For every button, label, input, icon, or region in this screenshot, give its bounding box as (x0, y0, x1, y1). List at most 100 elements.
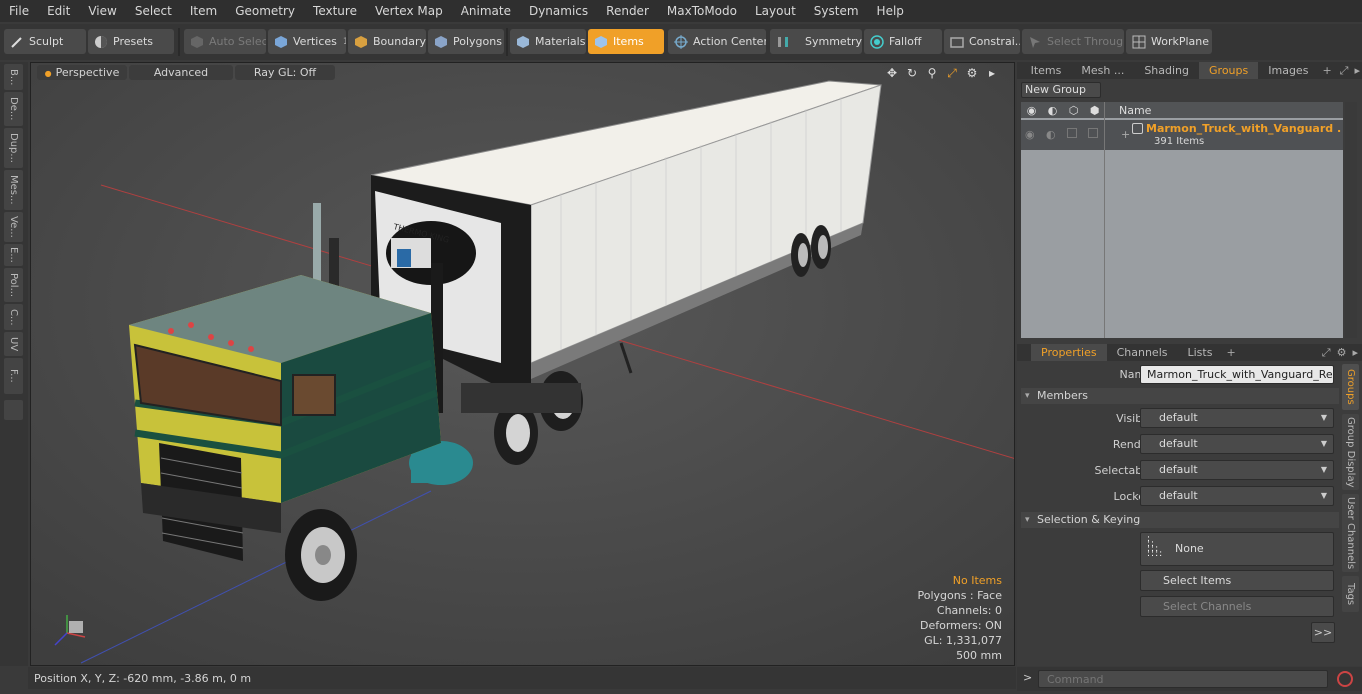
left-tab-basic[interactable]: B... (4, 64, 23, 90)
menu-render[interactable]: Render (597, 0, 658, 22)
record-macro-icon[interactable] (1337, 671, 1353, 687)
row-lock-checkbox[interactable] (1088, 128, 1098, 138)
viewport-settings-gear-icon[interactable]: ⚙ (964, 65, 980, 81)
viewport-nav-icons: ✥ ↻ ⚲ ⤢ ⚙ ▸ (884, 65, 1000, 81)
menu-system[interactable]: System (805, 0, 868, 22)
vtab-tags[interactable]: Tags (1342, 576, 1359, 612)
gl-info: GL: 1,331,077 (924, 634, 1002, 647)
orbit-icon[interactable]: ↻ (904, 65, 920, 81)
expand-panel-icon[interactable]: ⤢ (1318, 346, 1335, 360)
viewport-info-overlay: No Items Polygons : Face Channels: 0 Def… (917, 573, 1002, 663)
shading-mode-dropdown[interactable]: Advanced (129, 65, 233, 80)
none-keying-button[interactable]: :::::::::: None (1140, 532, 1334, 566)
boundary-button[interactable]: Boundary (348, 29, 426, 54)
menu-texture[interactable]: Texture (304, 0, 366, 22)
auto-select-button[interactable]: Auto Select (184, 29, 266, 54)
row-visibility-eye-icon[interactable]: ◉ (1025, 128, 1035, 141)
viewport-menu-arrow-icon[interactable]: ▸ (984, 65, 1000, 81)
tab-shading[interactable]: Shading (1134, 62, 1199, 79)
group-name: Marmon_Truck_with_Vanguard ... (1146, 122, 1341, 135)
zoom-icon[interactable]: ⚲ (924, 65, 940, 81)
render-dropdown[interactable]: default ▼ (1140, 434, 1334, 454)
toolbar-separator (178, 28, 180, 56)
select-channels-button[interactable]: Select Channels (1140, 596, 1334, 617)
row-selectable-checkbox[interactable] (1067, 128, 1077, 138)
view-mode-dropdown[interactable]: ● Perspective (37, 65, 127, 80)
right-panel: Items Mesh ... Shading Groups Images + ⤢… (1017, 62, 1362, 666)
name-field[interactable]: Marmon_Truck_with_Vanguard_Reefe (1140, 365, 1334, 384)
raygl-toggle[interactable]: Ray GL: Off (235, 65, 335, 80)
properties-panel-tabs: Properties Channels Lists + ⤢ ⚙ ▸ (1017, 344, 1362, 361)
vtab-group-display[interactable]: Group Display (1342, 414, 1359, 490)
polygons-button[interactable]: Polygons (428, 29, 504, 54)
items-button[interactable]: Items (588, 29, 664, 54)
groups-list-header: ◉ ◐ ⬡ ⬢ Name (1021, 102, 1343, 118)
left-tab-mesh[interactable]: Mes... (4, 170, 23, 210)
vtab-user-channels[interactable]: User Channels (1342, 494, 1359, 572)
3d-viewport[interactable]: THERMO KING ● Perspective Advanced Ray G… (30, 62, 1015, 666)
vertices-button[interactable]: Vertices 1 (268, 29, 346, 54)
menu-edit[interactable]: Edit (38, 0, 79, 22)
left-tab-uv[interactable]: UV (4, 332, 23, 356)
left-tab-polygon[interactable]: Pol... (4, 268, 23, 302)
menu-geometry[interactable]: Geometry (226, 0, 304, 22)
menu-select[interactable]: Select (126, 0, 181, 22)
left-tab-deform[interactable]: De... (4, 92, 23, 126)
tab-images[interactable]: Images (1258, 62, 1318, 79)
left-tab-curve[interactable]: C... (4, 304, 23, 330)
vtab-groups[interactable]: Groups (1342, 364, 1359, 410)
selection-keying-section-header[interactable]: Selection & Keying (1021, 512, 1339, 528)
expand-plus-icon[interactable]: + (1121, 128, 1130, 141)
tab-lists[interactable]: Lists (1178, 344, 1223, 361)
tab-items[interactable]: Items (1021, 62, 1072, 79)
action-center-button[interactable]: Action Center (668, 29, 766, 54)
chevron-down-icon: ▼ (1320, 413, 1327, 422)
menu-dynamics[interactable]: Dynamics (520, 0, 597, 22)
locked-dropdown[interactable]: default ▼ (1140, 486, 1334, 506)
menu-vertex-map[interactable]: Vertex Map (366, 0, 452, 22)
sculpt-button[interactable]: Sculpt (4, 29, 86, 54)
toolbar: Sculpt Presets Auto Select Vertices 1 Bo… (0, 24, 1362, 60)
command-bar: > (1017, 667, 1362, 691)
menu-bar: File Edit View Select Item Geometry Text… (0, 0, 1362, 22)
menu-item[interactable]: Item (181, 0, 226, 22)
selectable-dropdown[interactable]: default ▼ (1140, 460, 1334, 480)
group-row[interactable]: ◉ ◐ + Marmon_Truck_with_Vanguard ... 391… (1021, 120, 1343, 150)
menu-view[interactable]: View (79, 0, 125, 22)
left-tab-edge[interactable]: E... (4, 244, 23, 266)
left-tab-vertex[interactable]: Ve... (4, 212, 23, 242)
visible-dropdown[interactable]: default ▼ (1140, 408, 1334, 428)
constraints-button[interactable]: Constrai... (944, 29, 1020, 54)
command-prompt: > (1023, 671, 1033, 684)
presets-button[interactable]: Presets (88, 29, 174, 54)
menu-animate[interactable]: Animate (452, 0, 520, 22)
members-section-header[interactable]: Members (1021, 388, 1339, 404)
command-input[interactable] (1038, 670, 1328, 688)
tab-mesh[interactable]: Mesh ... (1071, 62, 1134, 79)
left-tab-duplicate[interactable]: Dup... (4, 128, 23, 168)
select-items-button[interactable]: Select Items (1140, 570, 1334, 591)
groups-list: ◉ ◐ ⬡ ⬢ Name ◉ ◐ + Marmon_Truck_with_Van… (1021, 102, 1343, 338)
add-tab-icon[interactable]: + (1318, 64, 1335, 77)
materials-button[interactable]: Materials (510, 29, 586, 54)
symmetry-button[interactable]: Symmetry (770, 29, 862, 54)
tab-channels[interactable]: Channels (1107, 344, 1178, 361)
fit-view-icon[interactable]: ⤢ (944, 65, 960, 81)
menu-help[interactable]: Help (868, 0, 913, 22)
menu-layout[interactable]: Layout (746, 0, 805, 22)
new-group-button[interactable]: New Group (1021, 82, 1101, 98)
left-tab-expand[interactable] (4, 400, 23, 420)
menu-file[interactable]: File (0, 0, 38, 22)
status-bar: Position X, Y, Z: -620 mm, -3.86 m, 0 m (28, 667, 1016, 689)
left-tab-fusion[interactable]: F... (4, 358, 23, 394)
pan-icon[interactable]: ✥ (884, 65, 900, 81)
more-button[interactable]: >> (1311, 622, 1335, 643)
workplane-button[interactable]: WorkPlane (1126, 29, 1212, 54)
falloff-button[interactable]: Falloff (864, 29, 942, 54)
add-tab-icon[interactable]: + (1222, 346, 1239, 359)
select-through-button[interactable]: Select Through (1022, 29, 1124, 54)
row-render-icon[interactable]: ◐ (1046, 128, 1056, 141)
tab-groups[interactable]: Groups (1199, 62, 1259, 79)
tab-properties[interactable]: Properties (1031, 344, 1107, 361)
menu-maxtomodo[interactable]: MaxToModo (658, 0, 746, 22)
